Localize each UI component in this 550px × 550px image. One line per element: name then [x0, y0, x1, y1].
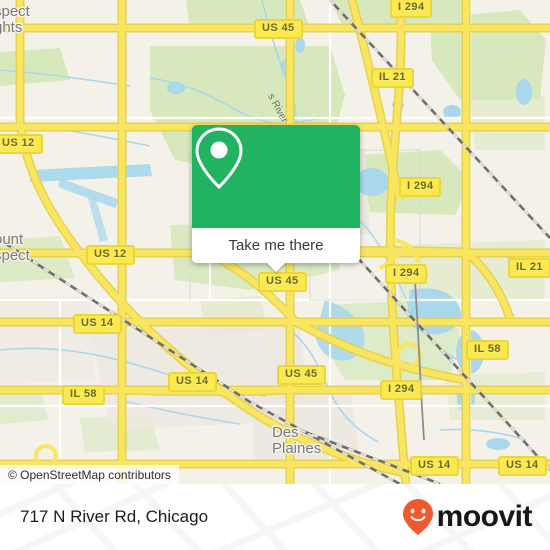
popup-pointer-tail	[266, 262, 286, 272]
address-label: 717 N River Rd, Chicago	[20, 507, 209, 526]
map-pin-icon	[195, 127, 243, 190]
road-shield: IL 58	[62, 385, 105, 405]
osm-attribution[interactable]: © OpenStreetMap contributors	[0, 465, 179, 484]
road-shield: US 14	[73, 314, 122, 334]
road-shield: I 294	[380, 380, 423, 400]
moovit-map-screen: s River spect ghtsount spectDes Plaines …	[0, 0, 550, 550]
place-label: spect ghts	[0, 3, 30, 36]
road-shield: I 294	[399, 177, 442, 197]
road-shield: US 45	[258, 272, 307, 292]
road-shield: US 14	[410, 456, 459, 476]
road-shield: US 12	[0, 134, 43, 154]
place-label: Des Plaines	[272, 424, 322, 457]
popup-image-area	[192, 125, 360, 228]
take-me-there-button[interactable]: Take me there	[192, 228, 360, 263]
moovit-pin-smiley-icon	[402, 499, 433, 535]
road-shield: US 12	[86, 245, 135, 265]
road-shield: US 45	[277, 365, 326, 385]
destination-popup-card[interactable]: Take me there	[192, 125, 360, 272]
road-shield: IL 58	[466, 340, 509, 360]
road-shield: I 294	[390, 0, 433, 18]
moovit-logo: moovit	[401, 484, 533, 550]
place-label: ount spect	[0, 231, 30, 264]
road-shield: IL 21	[508, 258, 550, 278]
moovit-wordmark: moovit	[436, 500, 533, 533]
road-shield: US 14	[498, 456, 547, 476]
map-canvas[interactable]: s River spect ghtsount spectDes Plaines …	[0, 0, 550, 484]
road-shield: IL 21	[371, 68, 414, 88]
road-shield: US 45	[254, 19, 303, 39]
road-shield: US 14	[168, 372, 217, 392]
footer-bar: 717 N River Rd, Chicago moovit	[0, 484, 550, 550]
road-shield: I 294	[385, 264, 428, 284]
